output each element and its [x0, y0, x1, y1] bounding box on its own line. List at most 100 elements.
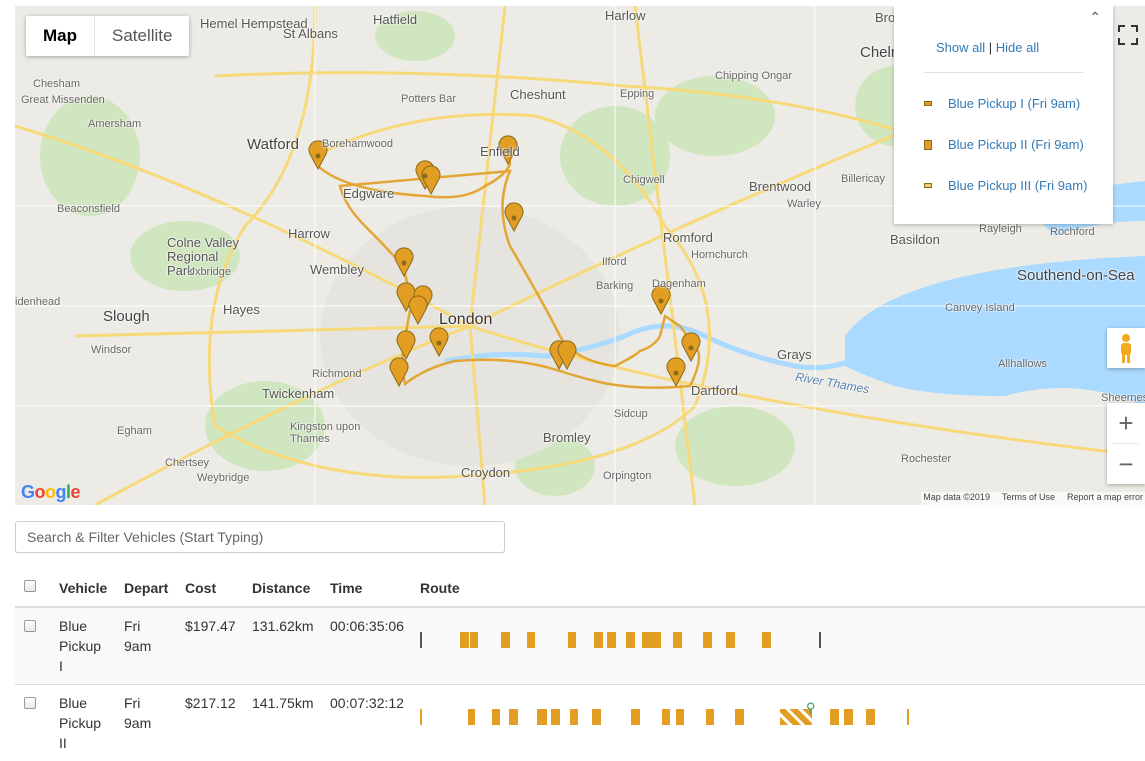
route-stop-segment[interactable] — [844, 709, 853, 725]
route-stop-segment[interactable] — [468, 709, 475, 725]
legend-divider — [924, 72, 1083, 73]
column-header-time[interactable]: Time — [330, 580, 362, 596]
place-label: Borehamwood — [322, 138, 393, 150]
route-stop-segment[interactable] — [762, 632, 771, 648]
place-label: Chertsey — [165, 457, 210, 469]
route-swatch-icon — [924, 101, 932, 106]
place-label: Wembley — [310, 262, 364, 277]
route-stop-segment[interactable] — [703, 632, 712, 648]
place-label: London — [439, 311, 493, 328]
route-stop-segment[interactable] — [706, 709, 714, 725]
hide-all-link[interactable]: Hide all — [996, 40, 1039, 55]
route-stop-segment[interactable] — [662, 709, 670, 725]
place-label: Orpington — [603, 470, 652, 482]
legend-item-blue-pickup-i[interactable]: Blue Pickup I (Fri 9am) — [924, 96, 1080, 111]
route-stop-segment[interactable] — [570, 709, 578, 725]
terms-link[interactable]: Terms of Use — [1002, 492, 1055, 505]
street-view-pegman-icon[interactable] — [1107, 328, 1145, 368]
place-label: Basildon — [890, 232, 940, 247]
table-row[interactable]: Blue Pickup I Fri 9am $197.47 131.62km 0… — [15, 608, 1145, 684]
place-label: Slough — [103, 308, 150, 325]
route-stop-segment[interactable] — [492, 709, 500, 725]
zoom-control: + − — [1107, 403, 1145, 484]
depart-line: 9am — [124, 638, 152, 654]
route-stop-segment[interactable] — [568, 632, 576, 648]
route-stop-segment[interactable] — [537, 709, 547, 725]
place-label: Croydon — [461, 465, 511, 480]
route-stop-segment[interactable] — [509, 709, 518, 725]
place-label: Cheshunt — [510, 87, 566, 102]
place-label: Harrow — [288, 226, 330, 241]
route-stop-segment[interactable] — [673, 632, 682, 648]
map-type-map-button[interactable]: Map — [26, 16, 95, 56]
map-type-satellite-button[interactable]: Satellite — [95, 16, 189, 56]
route-stop-segment[interactable] — [866, 709, 875, 725]
legend-separator: | — [988, 40, 993, 55]
route-stop-segment[interactable] — [735, 709, 744, 725]
report-error-link[interactable]: Report a map error — [1067, 492, 1143, 505]
vehicle-name: Blue Pickup I — [59, 616, 101, 676]
vehicle-name-line: II — [59, 735, 67, 751]
place-label: Dagenham — [652, 278, 706, 290]
legend-item-label: Blue Pickup I (Fri 9am) — [948, 96, 1081, 111]
route-stop-segment[interactable] — [607, 632, 616, 648]
column-header-cost[interactable]: Cost — [185, 580, 216, 596]
column-header-depart[interactable]: Depart — [124, 580, 168, 596]
distance-value: 131.62km — [252, 618, 314, 634]
place-label: idenhead — [15, 296, 61, 308]
route-stop-segment[interactable] — [626, 632, 635, 648]
route-stop-segment[interactable] — [676, 709, 684, 725]
vehicle-name: Blue Pickup II — [59, 693, 101, 753]
vehicle-search-input[interactable] — [15, 521, 505, 553]
legend-item-label: Blue Pickup III (Fri 9am) — [948, 178, 1088, 193]
zoom-out-icon[interactable]: − — [1107, 444, 1145, 484]
place-label: Beaconsfield — [57, 203, 120, 215]
route-stop-segment[interactable] — [631, 709, 640, 725]
map-view[interactable]: Hemel Hempstead Hatfield Harlow Broo St … — [15, 6, 1145, 505]
place-label: Chigwell — [623, 174, 665, 186]
place-label: Chipping Ongar — [715, 70, 793, 82]
place-label: Brentwood — [749, 179, 812, 194]
google-logo: Google — [21, 482, 81, 502]
row-checkbox[interactable] — [24, 697, 36, 709]
route-stop-segment[interactable] — [460, 632, 469, 648]
place-label: Twickenham — [262, 386, 335, 401]
route-stop-segment[interactable] — [592, 709, 601, 725]
column-header-route[interactable]: Route — [420, 580, 460, 596]
route-stop-segment[interactable] — [501, 632, 510, 648]
route-stop-segment[interactable] — [830, 709, 839, 725]
route-swatch-icon — [924, 183, 932, 188]
place-label: Canvey Island — [945, 302, 1015, 314]
show-all-link[interactable]: Show all — [936, 40, 985, 55]
zoom-in-icon[interactable]: + — [1107, 403, 1145, 443]
route-stop-segment[interactable] — [470, 632, 478, 648]
legend-item-blue-pickup-iii[interactable]: Blue Pickup III (Fri 9am) — [924, 178, 1087, 193]
table-row[interactable]: Blue Pickup II Fri 9am $217.12 141.75km … — [15, 685, 1145, 761]
place-label: Southend-on-Sea — [1017, 267, 1135, 284]
place-label: Hayes — [223, 302, 260, 317]
route-stop-segment[interactable] — [726, 632, 735, 648]
place-label: Potters Bar — [401, 93, 457, 105]
row-checkbox[interactable] — [24, 620, 36, 632]
depart-line: Fri — [124, 695, 141, 711]
route-stop-segment[interactable] — [594, 632, 603, 648]
route-stop-segment[interactable] — [642, 632, 661, 648]
fullscreen-icon[interactable] — [1111, 18, 1145, 52]
vehicle-name-line: Blue — [59, 618, 88, 634]
route-start-marker — [420, 632, 422, 648]
vehicle-name-line: I — [59, 658, 63, 674]
place-label: Windsor — [91, 344, 132, 356]
place-label: Billericay — [841, 173, 886, 185]
route-stop-segment[interactable] — [527, 632, 535, 648]
place-label: Hornchurch — [691, 249, 748, 261]
column-header-vehicle[interactable]: Vehicle — [59, 580, 107, 596]
place-label: Warley — [787, 198, 821, 210]
legend-item-blue-pickup-ii[interactable]: Blue Pickup II (Fri 9am) — [924, 137, 1084, 152]
collapse-icon[interactable]: ⌃ — [1089, 9, 1101, 26]
select-all-checkbox[interactable] — [24, 580, 36, 592]
place-label: Epping — [620, 88, 655, 100]
column-header-distance[interactable]: Distance — [252, 580, 310, 596]
place-label: Bromley — [543, 430, 591, 445]
route-stop-segment[interactable] — [551, 709, 560, 725]
depart-time: Fri 9am — [124, 693, 151, 733]
